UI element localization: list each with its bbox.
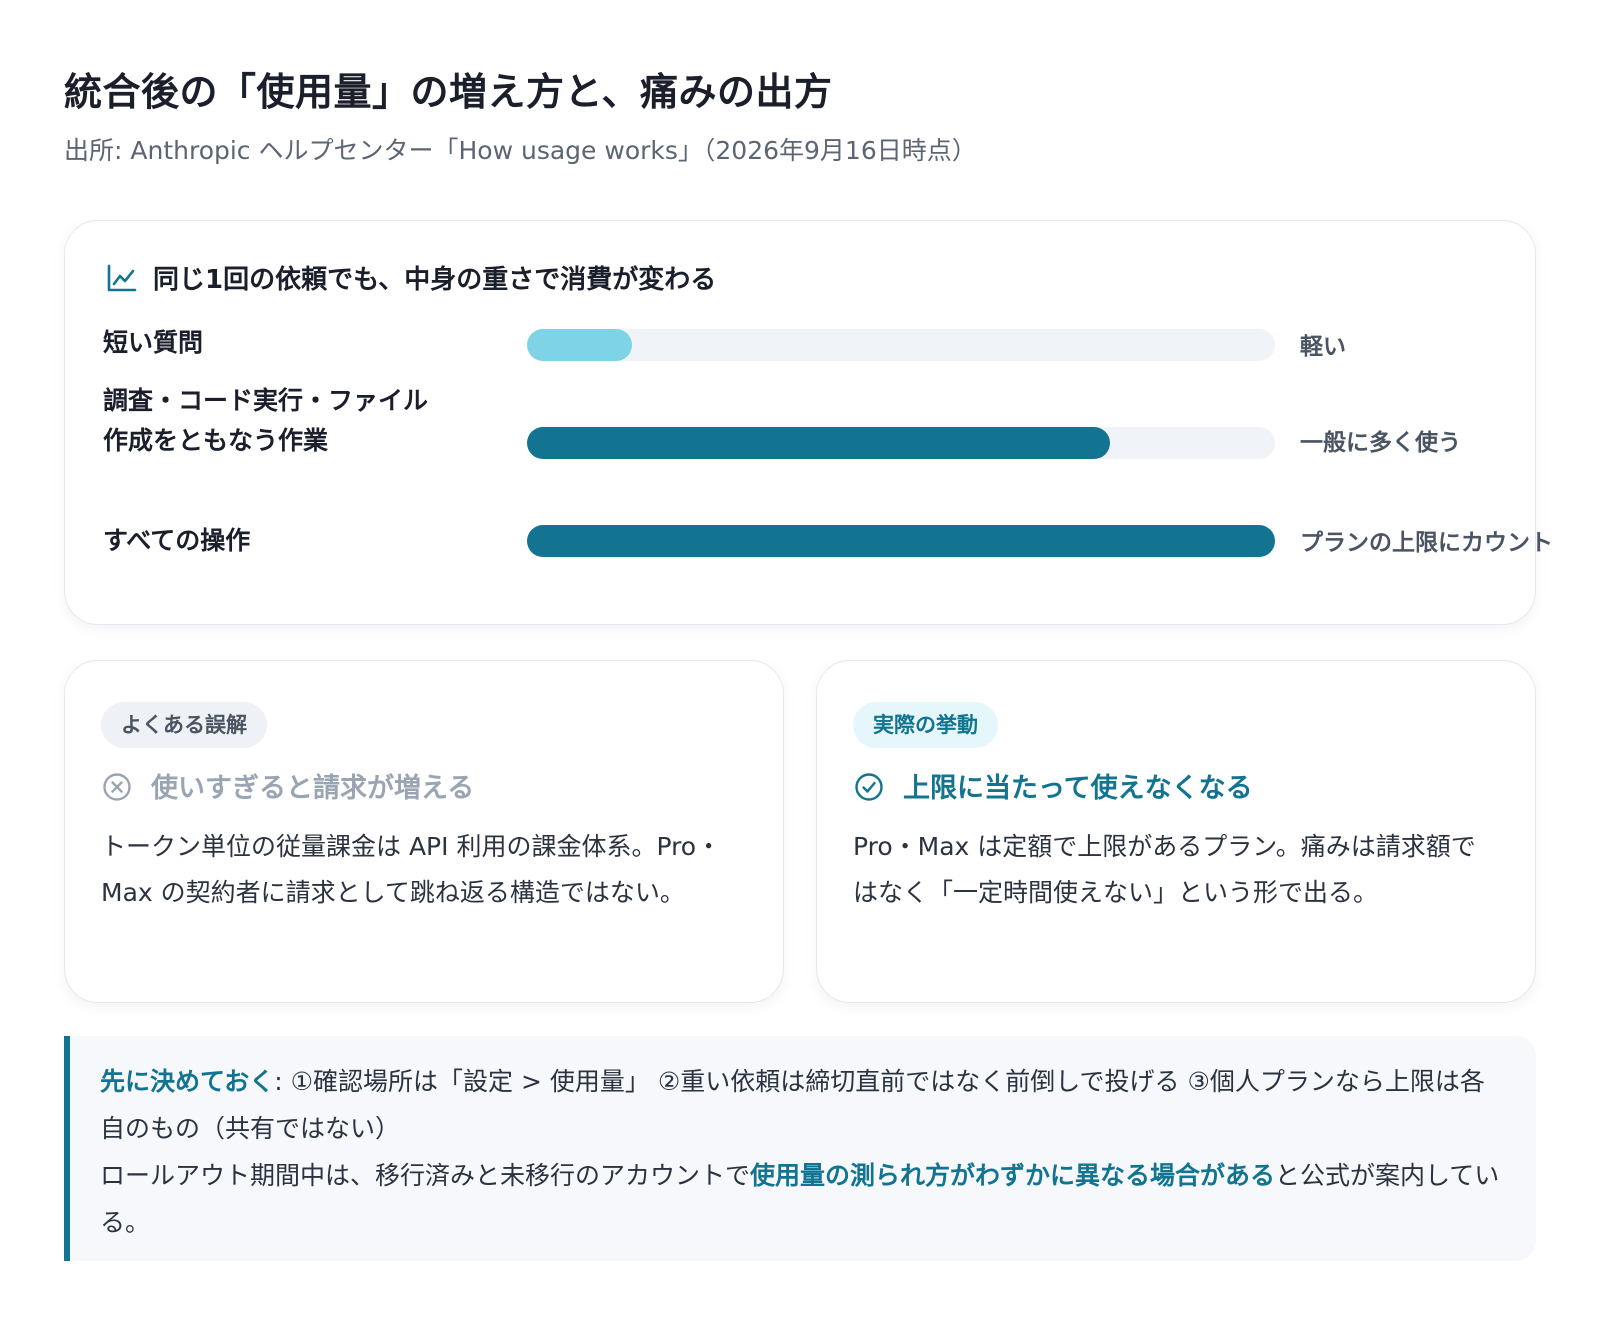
actual-heading-text: 上限に当たって使えなくなる xyxy=(903,773,1253,804)
callout-lead: 先に決めておく xyxy=(100,1067,275,1096)
actual-body: Pro・Max は定額で上限があるプラン。痛みは請求額ではなく「一定時間使えない… xyxy=(853,832,1476,907)
page-title: 統合後の「使用量」の増え方と、痛みの出方 xyxy=(64,70,833,114)
chart-header: 同じ1回の依頼でも、中身の重さで消費が変わる xyxy=(105,261,716,299)
misconception-card: よくある誤解 使いすぎると請求が増える トークン単位の従量課金は API 利用の… xyxy=(64,660,784,1003)
line-chart-icon xyxy=(105,261,139,299)
callout-highlight: 使用量の測られ方がわずかに異なる場合がある xyxy=(750,1161,1276,1190)
actual-badge: 実際の挙動 xyxy=(853,702,998,748)
check-circle-icon xyxy=(853,771,885,807)
callout-line-1: 先に決めておく: ①確認場所は「設定 > 使用量」 ②重い依頼は締切直前ではなく… xyxy=(100,1058,1506,1152)
row-note: 軽い xyxy=(1300,334,1346,360)
actual-heading: 上限に当たって使えなくなる xyxy=(853,769,1253,809)
source-note: 出所: Anthropic ヘルプセンター「How usage works」（2… xyxy=(64,136,977,165)
page: 統合後の「使用量」の増え方と、痛みの出方 出所: Anthropic ヘルプセン… xyxy=(0,0,1600,1322)
usage-bar-track xyxy=(527,329,1275,361)
advice-callout: 先に決めておく: ①確認場所は「設定 > 使用量」 ②重い依頼は締切直前ではなく… xyxy=(64,1036,1536,1261)
row-note: プランの上限にカウント xyxy=(1300,530,1553,556)
row-label: すべての操作 xyxy=(103,526,251,555)
misconception-badge: よくある誤解 xyxy=(101,702,267,748)
usage-bar-fill xyxy=(527,329,632,361)
usage-chart-card: 同じ1回の依頼でも、中身の重さで消費が変わる 短い質問 軽い 調査・コード実行・… xyxy=(64,220,1553,625)
usage-bar-fill xyxy=(527,427,1111,459)
usage-bar-fill xyxy=(527,525,1275,557)
callout-line2-prefix: ロールアウト期間中は、移行済みと未移行のアカウントで xyxy=(100,1161,751,1190)
x-circle-icon xyxy=(101,771,133,807)
misconception-heading-text: 使いすぎると請求が増える xyxy=(151,773,475,804)
callout-checklist: : ①確認場所は「設定 > 使用量」 ②重い依頼は締切直前ではなく前倒しで投げる… xyxy=(100,1067,1485,1143)
usage-bar-track xyxy=(527,525,1275,557)
usage-bar-track xyxy=(527,427,1275,459)
row-label: 短い質問 xyxy=(103,328,204,357)
row-label: 調査・コード実行・ファイル作成をともなう作業 xyxy=(103,386,429,455)
chart-title: 同じ1回の依頼でも、中身の重さで消費が変わる xyxy=(153,265,717,295)
misconception-heading: 使いすぎると請求が増える xyxy=(101,769,474,809)
misconception-body: トークン単位の従量課金は API 利用の課金体系。Pro・Max の契約者に請求… xyxy=(101,832,722,907)
callout-line-2: ロールアウト期間中は、移行済みと未移行のアカウントで使用量の測られ方がわずかに異… xyxy=(100,1152,1506,1246)
row-note: 一般に多く使う xyxy=(1300,430,1461,456)
actual-behavior-card: 実際の挙動 上限に当たって使えなくなる Pro・Max は定額で上限があるプラン… xyxy=(816,660,1536,1003)
